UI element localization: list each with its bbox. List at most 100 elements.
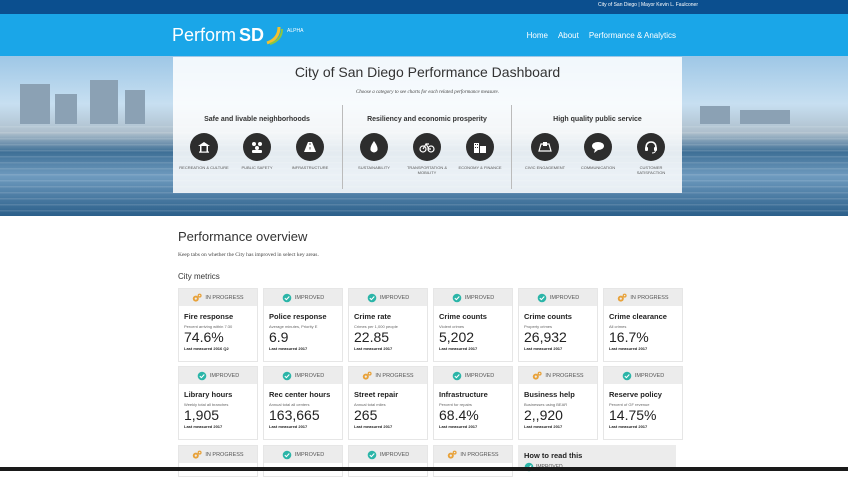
category-label: CIVIC ENGAGEMENT <box>524 165 566 170</box>
metric-card[interactable]: IMPROVED Police response Average minutes, … <box>263 288 343 362</box>
category-recreation-culture[interactable]: RECREATION & CULTURE <box>179 133 229 170</box>
category-label: INFRASTRUCTURE <box>291 165 329 170</box>
metric-title: Street repair <box>354 390 399 399</box>
metric-card[interactable]: IMPROVED Crime rate Crimes per 1,000 peopl… <box>348 288 428 362</box>
metric-card[interactable]: IN PROGRESS <box>433 445 513 477</box>
metric-value: 6.9 <box>269 329 289 345</box>
status-label: IMPROVED <box>634 372 665 379</box>
status-label: IMPROVED <box>379 451 410 458</box>
metric-value: 163,665 <box>269 407 320 423</box>
category-label: PUBLIC SAFETY <box>241 165 273 170</box>
metric-value: 265 <box>354 407 378 423</box>
status-badge: IN PROGRESS <box>604 289 682 306</box>
gears-icon <box>193 450 202 459</box>
metric-last-measured: Last measured 2017 <box>269 424 308 429</box>
check-circle-icon <box>537 293 547 302</box>
status-label: IMPROVED <box>379 294 410 301</box>
metric-card[interactable]: IMPROVED <box>348 445 428 477</box>
metric-card[interactable]: IMPROVED Library hours Weekly total all br… <box>178 366 258 440</box>
category-public-safety[interactable]: PUBLIC SAFETY <box>232 133 282 170</box>
ballot-icon <box>538 142 552 152</box>
main-nav: Home About Performance & Analytics <box>527 14 676 56</box>
site-logo[interactable]: Perform SD ALPHA <box>172 22 303 48</box>
metric-value: 74.6% <box>184 329 224 345</box>
help-title: How to read this <box>524 451 583 460</box>
page-bottom-edge <box>0 467 848 471</box>
metric-last-measured: Last measured 2017 <box>524 424 563 429</box>
category-customer-satisfaction[interactable]: CUSTOMER SATISFACTION <box>626 133 676 175</box>
category-label: RECREATION & CULTURE <box>179 165 229 170</box>
check-circle-icon <box>197 371 207 380</box>
check-circle-icon <box>367 450 377 459</box>
category-group-resiliency: Resiliency and economic prosperity SUSTA… <box>342 105 511 189</box>
gazebo-icon <box>198 142 210 153</box>
category-label: TRANSPORTATION & MOBILITY <box>406 165 447 175</box>
metric-card[interactable]: IN PROGRESS Business help Businesses using… <box>518 366 598 440</box>
status-badge: IMPROVED <box>264 446 342 463</box>
city-links[interactable]: City of San Diego | Mayor Kevin L. Faulc… <box>598 2 698 8</box>
metric-card[interactable]: IN PROGRESS <box>178 445 258 477</box>
status-label: IMPROVED <box>549 294 580 301</box>
metric-card[interactable]: IMPROVED Infrastructure Percent for repair… <box>433 366 513 440</box>
category-civic-engagement[interactable]: CIVIC ENGAGEMENT <box>520 133 570 170</box>
metric-last-measured: Last measured 2017 <box>184 424 223 429</box>
metric-card[interactable]: IN PROGRESS Fire response Percent arriving… <box>178 288 258 362</box>
metric-title: Crime counts <box>524 312 572 321</box>
gears-icon <box>533 371 542 380</box>
category-communication[interactable]: COMMUNICATION <box>573 133 623 170</box>
status-label: IMPROVED <box>294 294 325 301</box>
metric-card[interactable]: IN PROGRESS Crime clearance All crimes 16.7… <box>603 288 683 362</box>
status-badge: IN PROGRESS <box>434 446 512 463</box>
metric-last-measured: Last measured 2017 <box>524 346 563 351</box>
category-label: COMMUNICATION <box>580 165 616 170</box>
category-economy-finance[interactable]: ECONOMY & FINANCE <box>455 133 505 170</box>
status-label: IN PROGRESS <box>205 294 244 301</box>
city-metrics-heading: City metrics <box>178 272 220 281</box>
status-badge: IN PROGRESS <box>519 367 597 384</box>
headset-icon <box>645 141 657 154</box>
check-circle-icon <box>452 371 462 380</box>
status-label: IMPROVED <box>464 372 495 379</box>
speech-bubble-icon <box>592 142 604 153</box>
metric-card[interactable]: IMPROVED Rec center hours Annual total all… <box>263 366 343 440</box>
metric-title: Rec center hours <box>269 390 331 399</box>
category-transportation[interactable]: TRANSPORTATION & MOBILITY <box>402 133 452 175</box>
nav-performance-analytics[interactable]: Performance & Analytics <box>589 31 676 40</box>
performance-overview-subtitle: Keep tabs on whether the City has improv… <box>178 252 319 258</box>
metric-card[interactable]: IMPROVED Reserve policy Percent of GF reve… <box>603 366 683 440</box>
dashboard-title: City of San Diego Performance Dashboard <box>294 64 561 80</box>
metric-last-measured: Last measured 2017 <box>609 424 648 429</box>
metric-card[interactable]: IMPROVED Crime counts Property crimes 26,93… <box>518 288 598 362</box>
nav-home[interactable]: Home <box>527 31 548 40</box>
status-label: IMPROVED <box>294 451 325 458</box>
check-circle-icon <box>282 450 292 459</box>
performance-overview-title: Performance overview <box>178 229 308 244</box>
status-badge: IMPROVED <box>264 289 342 306</box>
category-infrastructure[interactable]: INFRASTRUCTURE <box>285 133 335 170</box>
alpha-badge: ALPHA <box>287 28 304 34</box>
nav-about[interactable]: About <box>558 31 579 40</box>
metric-title: Police response <box>269 312 327 321</box>
category-sustainability[interactable]: SUSTAINABILITY <box>349 133 399 170</box>
metric-value: 14.75% <box>609 407 657 423</box>
status-badge: IMPROVED <box>604 367 682 384</box>
metric-last-measured: Last measured 2017 <box>269 346 308 351</box>
metric-card[interactable]: IN PROGRESS Street repair Annual total mil… <box>348 366 428 440</box>
status-badge: IN PROGRESS <box>179 289 257 306</box>
metric-last-measured: Last measured 2017 <box>439 424 478 429</box>
logo-perform-text: Perform <box>172 25 237 45</box>
metric-title: Crime counts <box>439 312 487 321</box>
top-utility-bar: City of San Diego | Mayor Kevin L. Faulc… <box>0 0 848 14</box>
status-badge: IMPROVED <box>434 289 512 306</box>
metric-card[interactable]: IMPROVED <box>263 445 343 477</box>
category-label: CUSTOMER SATISFACTION <box>636 165 666 175</box>
logo-swoosh-icon <box>266 26 284 45</box>
check-circle-icon <box>282 371 292 380</box>
metric-last-measured: Last measured 2017 <box>354 424 393 429</box>
metric-card[interactable]: IMPROVED Crime counts Violent crimes 5,202 L… <box>433 288 513 362</box>
metric-title: Library hours <box>184 390 233 399</box>
metric-title: Fire response <box>184 312 234 321</box>
metric-title: Infrastructure <box>439 390 488 399</box>
check-circle-icon <box>282 293 292 302</box>
status-label: IN PROGRESS <box>460 451 499 458</box>
